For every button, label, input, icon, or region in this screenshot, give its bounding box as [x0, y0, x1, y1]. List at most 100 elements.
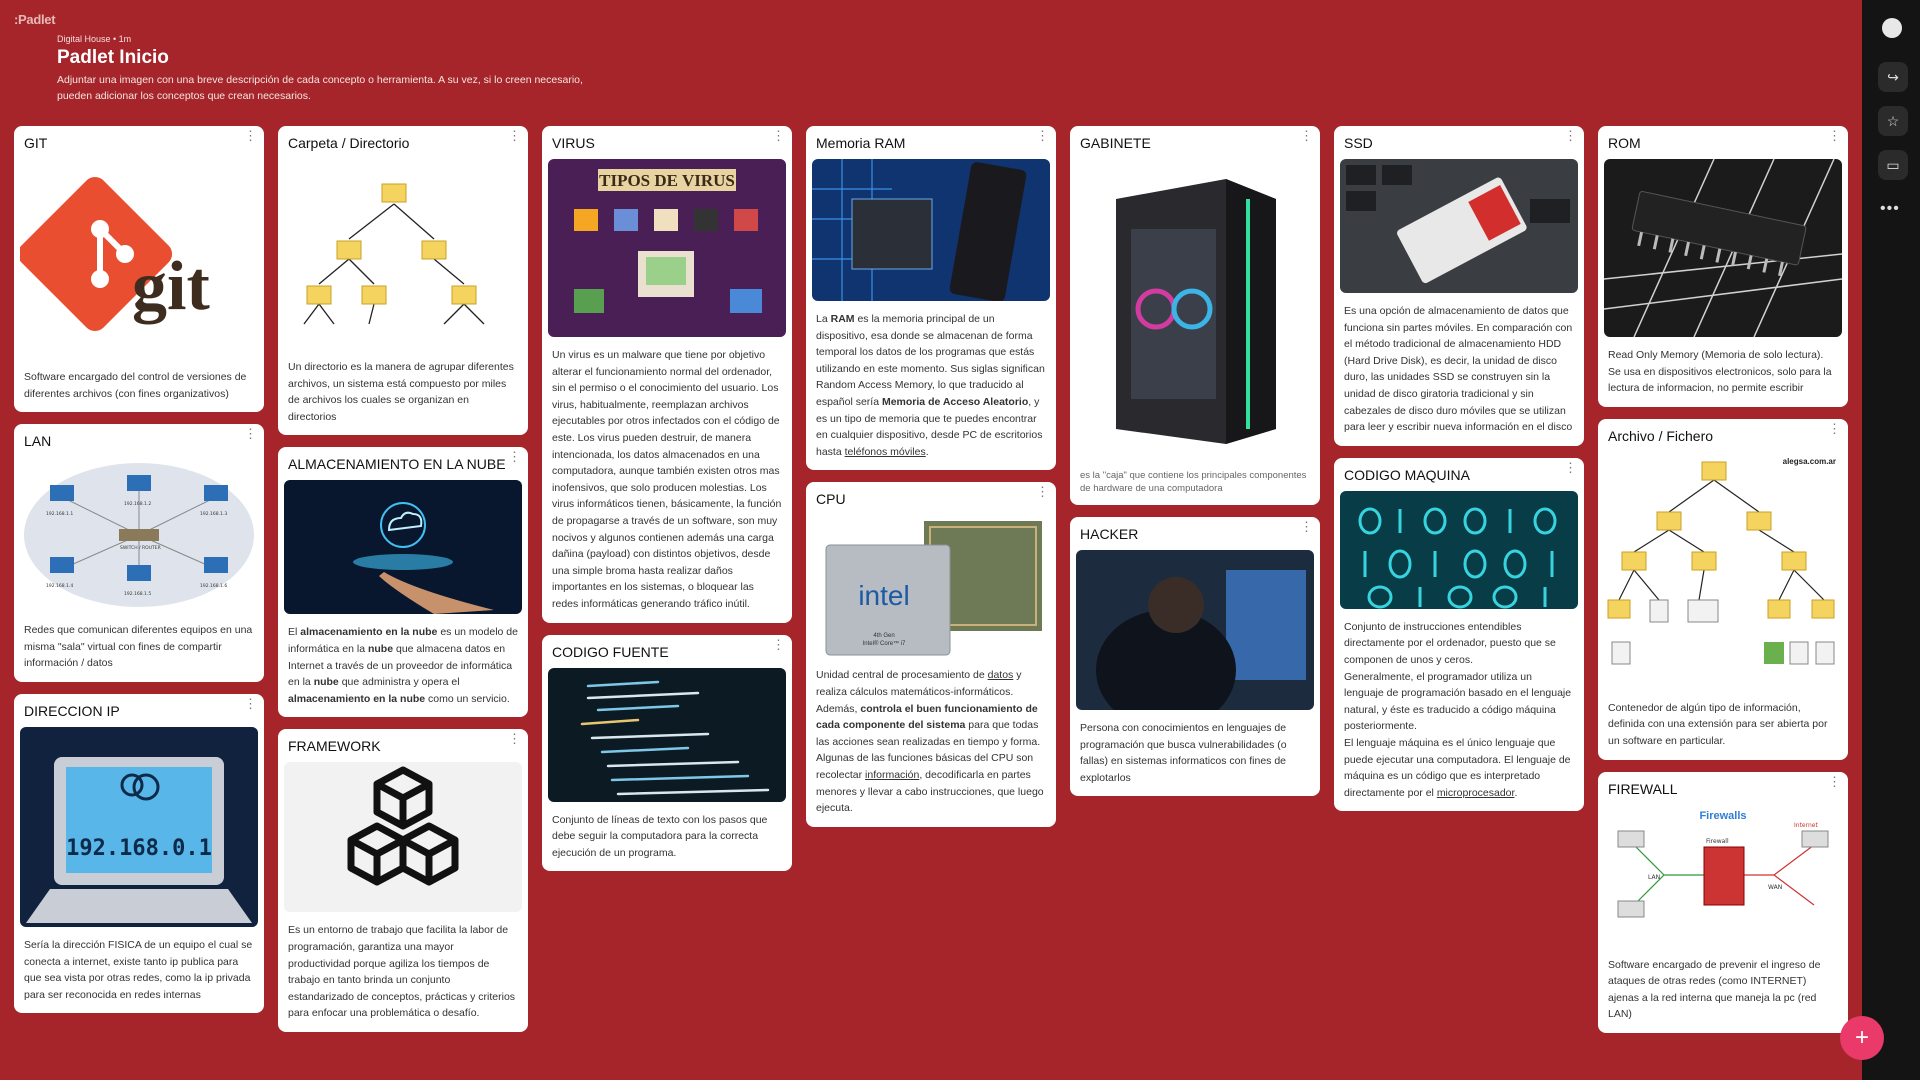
link[interactable]: información [865, 769, 919, 781]
post-body: Es un entorno de trabajo que facilita la… [288, 924, 516, 1020]
post-menu-icon[interactable]: ⋮ [1300, 129, 1313, 142]
user-avatar[interactable] [1882, 18, 1902, 38]
star-icon[interactable]: ☆ [1878, 106, 1908, 136]
post-menu-icon[interactable]: ⋮ [772, 638, 785, 651]
board-header: :Padlet Digital House • 1m Padlet Inicio… [0, 0, 1860, 120]
lan-diagram-image: 192.168.1.1 192.168.1.2 192.168.1.3 SWIT… [20, 457, 258, 613]
column-3: VIRUS ⋮ TIPOS DE VIRUS Un virus es un ma… [542, 126, 792, 883]
post-codigo-fuente[interactable]: CODIGO FUENTE ⋮ Conjunto de líneas de te… [542, 634, 792, 872]
post-menu-icon[interactable]: ⋮ [508, 732, 521, 745]
post-body: Unidad central de procesamiento de datos… [816, 669, 1044, 815]
post-memoria-ram[interactable]: Memoria RAM ⋮ La RAM es la memoria princ… [806, 126, 1056, 471]
post-body: El almacenamiento en la nube es un model… [288, 626, 518, 705]
post-menu-icon[interactable]: ⋮ [508, 129, 521, 142]
post-menu-icon[interactable]: ⋮ [1828, 129, 1841, 142]
cpu-gen-label: 4th Gen [873, 633, 894, 639]
post-carpeta[interactable]: Carpeta / Directorio ⋮ Un directorio es … [278, 126, 528, 436]
post-menu-icon[interactable]: ⋮ [1564, 461, 1577, 474]
post-title: CODIGO MAQUINA [1344, 466, 1471, 483]
post-body: Read Only Memory (Memoria de solo lectur… [1608, 349, 1832, 395]
pc-case-image [1076, 159, 1314, 459]
link[interactable]: datos [988, 669, 1014, 681]
link[interactable]: microprocesador [1437, 787, 1515, 799]
post-title: LAN [24, 433, 52, 450]
svg-text:git: git [132, 248, 210, 325]
firewall-diagram-image: Firewalls Internet Firewall LAN WAN [1604, 804, 1842, 947]
column-6: SSD ⋮ Es una opción de almacenamiento de… [1334, 126, 1584, 823]
virus-image-title: TIPOS DE VIRUS [599, 171, 735, 190]
lan-label: 192.168.1.5 [124, 591, 151, 597]
post-framework[interactable]: FRAMEWORK ⋮ Es un entorno de trabajo que… [278, 729, 528, 1032]
post-menu-icon[interactable]: ⋮ [1828, 422, 1841, 435]
post-rom[interactable]: ROM ⋮ Read Only Memory (Memoria de solo … [1598, 126, 1848, 407]
post-menu-icon[interactable]: ⋮ [1564, 129, 1577, 142]
post-title: VIRUS [552, 135, 595, 151]
cpu-image: intel 4th Gen Intel® Core™ i7 [812, 515, 1050, 658]
lan-label: 192.168.1.6 [200, 583, 227, 589]
share-icon[interactable]: ↪ [1878, 62, 1908, 92]
board-meta: Digital House • 1m [57, 34, 132, 44]
post-title: DIRECCION IP [24, 702, 120, 719]
post-menu-icon[interactable]: ⋮ [1828, 775, 1841, 788]
post-body: La RAM es la memoria principal de un dis… [816, 313, 1045, 458]
post-lan[interactable]: LAN ⋮ 192.168.1.1 192.168.1.2 192.168.1.… [14, 424, 264, 682]
ip-address-label: 192.168.0.1 [66, 836, 212, 861]
post-codigo-maquina[interactable]: CODIGO MAQUINA ⋮ Conjunto de instruccion… [1334, 457, 1584, 812]
firewall-label: WAN [1768, 884, 1782, 891]
post-menu-icon[interactable]: ⋮ [244, 129, 257, 142]
image-credit: alegsa.com.ar [1783, 457, 1836, 466]
ip-address-image: 192.168.0.1 [20, 726, 258, 927]
source-code-image [548, 667, 786, 802]
rom-chip-image [1604, 159, 1842, 337]
cpu-model-label: Intel® Core™ i7 [863, 640, 906, 647]
more-options-icon[interactable]: ••• [1880, 200, 1900, 218]
post-menu-icon[interactable]: ⋮ [244, 697, 257, 710]
board-title: Padlet Inicio [57, 47, 169, 68]
post-menu-icon[interactable]: ⋮ [1036, 485, 1049, 498]
firewall-image-title: Firewalls [1699, 810, 1746, 822]
post-menu-icon[interactable]: ⋮ [772, 129, 785, 142]
cloud-storage-image [284, 480, 522, 615]
post-menu-icon[interactable]: ⋮ [1300, 520, 1313, 533]
virus-types-image: TIPOS DE VIRUS [548, 159, 786, 337]
post-body: Sería la dirección FISICA de un equipo e… [24, 938, 253, 1001]
lan-label: 192.168.1.2 [124, 501, 151, 507]
post-gabinete[interactable]: GABINETE ⋮ es la "caja" que contiene los… [1070, 126, 1320, 505]
post-title: FRAMEWORK [288, 738, 381, 755]
ram-chip-image [812, 159, 1050, 301]
add-post-button[interactable]: + [1840, 1016, 1884, 1060]
post-title: GABINETE [1080, 135, 1151, 151]
post-cpu[interactable]: CPU ⋮ intel 4th Gen Intel® Core™ i7 Unid… [806, 482, 1056, 827]
post-title: Carpeta / Directorio [288, 135, 410, 151]
post-archivo[interactable]: Archivo / Fichero ⋮ alegsa.com.ar Conten… [1598, 418, 1848, 760]
post-menu-icon[interactable]: ⋮ [1036, 129, 1049, 142]
post-virus[interactable]: VIRUS ⋮ TIPOS DE VIRUS Un virus es un ma… [542, 126, 792, 623]
link[interactable]: teléfonos móviles [845, 446, 926, 458]
post-title: GIT [24, 135, 48, 151]
board-description: Adjuntar una imagen con una breve descri… [57, 74, 583, 102]
file-tree-image: alegsa.com.ar [1604, 451, 1842, 690]
slideshow-icon[interactable]: ▭ [1878, 150, 1908, 180]
post-menu-icon[interactable]: ⋮ [508, 450, 521, 463]
post-body: Software encargado del control de versio… [24, 371, 247, 400]
column-4: Memoria RAM ⋮ La RAM es la memoria princ… [806, 126, 1056, 839]
padlet-logo[interactable]: :Padlet [14, 12, 56, 27]
post-body: es la "caja" que contiene los principale… [1080, 470, 1307, 494]
post-hacker[interactable]: HACKER ⋮ Persona con conocimientos en le… [1070, 517, 1320, 797]
column-2: Carpeta / Directorio ⋮ Un directorio es … [278, 126, 528, 1044]
post-title: Memoria RAM [816, 135, 906, 151]
post-firewall[interactable]: FIREWALL ⋮ Firewalls Internet Firewall L… [1598, 771, 1848, 1033]
post-ssd[interactable]: SSD ⋮ Es una opción de almacenamiento de… [1334, 126, 1584, 446]
ssd-image [1340, 159, 1578, 293]
post-menu-icon[interactable]: ⋮ [244, 427, 257, 440]
lan-label: 192.168.1.3 [200, 511, 227, 517]
lan-label: 192.168.1.4 [46, 583, 73, 589]
post-direccion-ip[interactable]: DIRECCION IP ⋮ 192.168.0.1 Sería la dire… [14, 693, 264, 1014]
lan-label: 192.168.1.1 [46, 511, 73, 517]
post-git[interactable]: GIT ⋮ git Software encargado del control… [14, 126, 264, 413]
post-almacenamiento-nube[interactable]: ALMACENAMIENTO EN LA NUBE ⋮ El almacenam… [278, 447, 528, 718]
post-title: ALMACENAMIENTO EN LA NUBE [288, 456, 506, 473]
post-title: FIREWALL [1608, 780, 1678, 797]
firewall-label: LAN [1648, 874, 1660, 881]
cubes-icon [284, 762, 522, 913]
